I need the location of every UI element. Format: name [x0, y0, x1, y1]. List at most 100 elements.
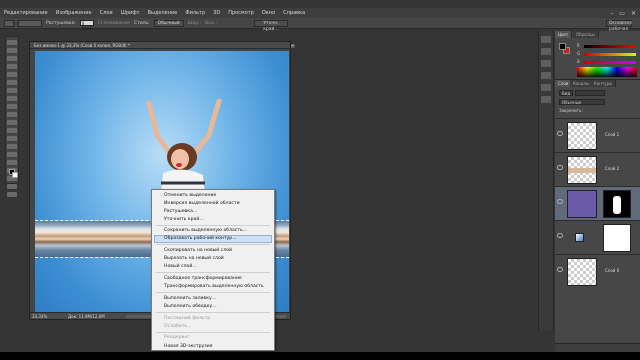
- visibility-eye-icon[interactable]: [557, 131, 563, 136]
- selection-mode-icons[interactable]: [18, 19, 42, 27]
- marquee-tool-icon[interactable]: [4, 19, 14, 27]
- panel-icon-dock: [538, 31, 554, 331]
- style-select[interactable]: Обычный: [153, 19, 184, 27]
- pen-tool-icon[interactable]: [7, 152, 17, 157]
- menu-item-feather[interactable]: Растушевка...: [164, 208, 197, 215]
- document-size[interactable]: Док: 11,9M/12,0M: [68, 313, 105, 320]
- visibility-eye-icon[interactable]: [557, 199, 563, 204]
- layer-row[interactable]: Слой 1: [555, 118, 640, 152]
- zoom-tool-icon[interactable]: [7, 192, 17, 197]
- menu-item-refine-edge[interactable]: Уточнить край...: [164, 216, 204, 223]
- brush-panel-icon[interactable]: [541, 60, 551, 67]
- visibility-eye-icon[interactable]: [557, 267, 563, 272]
- menu-item-make-work-path[interactable]: Образовать рабочий контур...: [164, 235, 237, 242]
- color-spectrum-ramp[interactable]: [577, 67, 637, 77]
- layers-panel: Слои Каналы Контуры Вид Обычные Закрепит…: [555, 80, 640, 352]
- layer-mask-thumbnail[interactable]: [603, 190, 631, 218]
- menu-edit[interactable]: Редактирование: [0, 10, 52, 16]
- channel-b-slider[interactable]: [584, 61, 636, 64]
- layer-name[interactable]: Слой 2: [605, 166, 619, 171]
- antialias-checkbox[interactable]: Сглаживание: [98, 21, 130, 26]
- menu-item-layer-via-cut[interactable]: Вырезать на новый слой: [164, 255, 224, 262]
- layer-row[interactable]: [555, 220, 640, 254]
- stamp-tool-icon[interactable]: [7, 104, 17, 109]
- history-brush-icon[interactable]: [7, 112, 17, 117]
- dodge-tool-icon[interactable]: [7, 144, 17, 149]
- background-color-swatch[interactable]: [12, 172, 18, 178]
- tab-swatches[interactable]: Образцы: [573, 31, 599, 38]
- marquee-tool-icon[interactable]: [7, 48, 17, 53]
- menu-item-fill[interactable]: Выполнить заливку...: [164, 295, 216, 302]
- menu-item-deselect[interactable]: Отменить выделение: [164, 192, 216, 199]
- menu-help[interactable]: Справка: [279, 10, 309, 16]
- channel-g-slider[interactable]: [584, 53, 636, 56]
- lock-label: Закрепить:: [559, 107, 583, 113]
- history-panel-icon[interactable]: [541, 36, 551, 43]
- menu-item-inverse[interactable]: Инверсия выделенной области: [164, 200, 240, 207]
- healing-tool-icon[interactable]: [7, 88, 17, 93]
- tools-panel: [5, 36, 19, 197]
- character-panel-icon[interactable]: [541, 84, 551, 91]
- gradient-tool-icon[interactable]: [7, 128, 17, 133]
- hand-tool-icon[interactable]: [7, 184, 17, 189]
- menu-item-last-filter: Последний фильтр: [164, 316, 211, 321]
- layer-row-selected[interactable]: [555, 186, 640, 220]
- minimize-icon[interactable]: –: [610, 10, 613, 17]
- tab-paths[interactable]: Контуры: [591, 80, 617, 87]
- layers-footer-toolbar[interactable]: [555, 343, 640, 352]
- menu-layers[interactable]: Слои: [96, 10, 117, 16]
- menu-item-free-transform[interactable]: Свободное трансформирование: [164, 275, 242, 282]
- eraser-tool-icon[interactable]: [7, 120, 17, 125]
- layer-name[interactable]: Слой 1: [605, 132, 619, 137]
- brush-tool-icon[interactable]: [7, 96, 17, 101]
- menu-filter[interactable]: Фильтр: [181, 10, 209, 16]
- menu-item-transform-selection[interactable]: Трансформировать выделенную область: [164, 283, 264, 290]
- visibility-eye-icon[interactable]: [557, 165, 563, 170]
- workspace-select[interactable]: Основная рабочая среда: [606, 20, 632, 38]
- properties-panel-icon[interactable]: [541, 48, 551, 55]
- zoom-level[interactable]: 33,33%: [32, 313, 47, 320]
- menu-item-new-3d-extrusion[interactable]: Новая 3D-экструзия: [164, 343, 212, 350]
- menu-item-new-layer[interactable]: Новый слой...: [164, 263, 197, 270]
- move-tool-icon[interactable]: [7, 40, 17, 45]
- eyedropper-tool-icon[interactable]: [7, 80, 17, 85]
- menu-item-stroke[interactable]: Выполнить обводку...: [164, 303, 217, 310]
- menu-select[interactable]: Выделение: [144, 10, 182, 16]
- tab-color[interactable]: Цвет: [555, 31, 573, 38]
- lasso-tool-icon[interactable]: [7, 56, 17, 61]
- menu-item-layer-via-copy[interactable]: Скопировать на новый слой: [164, 247, 232, 254]
- document-title: Без имени-1 @ 33,3% (Слой 0 копия, RGB/8…: [34, 43, 130, 48]
- layer-row[interactable]: Слой 0: [555, 254, 640, 288]
- visibility-eye-icon[interactable]: [557, 233, 563, 238]
- menu-window[interactable]: Окно: [258, 10, 279, 16]
- blend-mode-select[interactable]: Обычные: [559, 98, 605, 105]
- menu-image[interactable]: Изображение: [52, 10, 96, 16]
- maximize-icon[interactable]: ▭: [619, 10, 625, 17]
- color-foreground-swatch[interactable]: [559, 43, 566, 50]
- refine-edge-button[interactable]: Уточн. край...: [254, 20, 288, 32]
- filter-icons[interactable]: [575, 89, 606, 96]
- tab-channels[interactable]: Каналы: [570, 80, 594, 87]
- menu-separator: [156, 272, 270, 273]
- kind-filter-select[interactable]: Вид: [559, 89, 574, 96]
- layer-mask-thumbnail[interactable]: [603, 224, 631, 252]
- doc-close-icon[interactable]: ✕: [291, 42, 294, 49]
- document-titlebar[interactable]: Без имени-1 @ 33,3% (Слой 0 копия, RGB/8…: [30, 42, 295, 49]
- channel-r-slider[interactable]: [584, 45, 636, 48]
- menu-item-save-selection[interactable]: Сохранить выделенную область...: [164, 227, 247, 234]
- feather-input[interactable]: 0 пикс: [79, 20, 94, 31]
- paragraph-panel-icon[interactable]: [541, 96, 551, 103]
- menu-type[interactable]: Шрифт: [117, 10, 144, 16]
- height-label: Выс.:: [205, 20, 218, 26]
- blur-tool-icon[interactable]: [7, 136, 17, 141]
- layer-name[interactable]: Слой 0: [605, 268, 619, 273]
- photoshop-window: Редактирование Изображение Слои Шрифт Вы…: [0, 0, 640, 360]
- layer-row[interactable]: Слой 2: [555, 152, 640, 186]
- menu-3d[interactable]: 3D: [209, 10, 224, 16]
- quick-select-tool-icon[interactable]: [7, 64, 17, 69]
- clone-source-icon[interactable]: [541, 72, 551, 79]
- crop-tool-icon[interactable]: [7, 72, 17, 77]
- close-icon[interactable]: ✕: [631, 10, 636, 17]
- type-tool-icon[interactable]: [7, 160, 17, 165]
- menu-view[interactable]: Просмотр: [224, 10, 258, 16]
